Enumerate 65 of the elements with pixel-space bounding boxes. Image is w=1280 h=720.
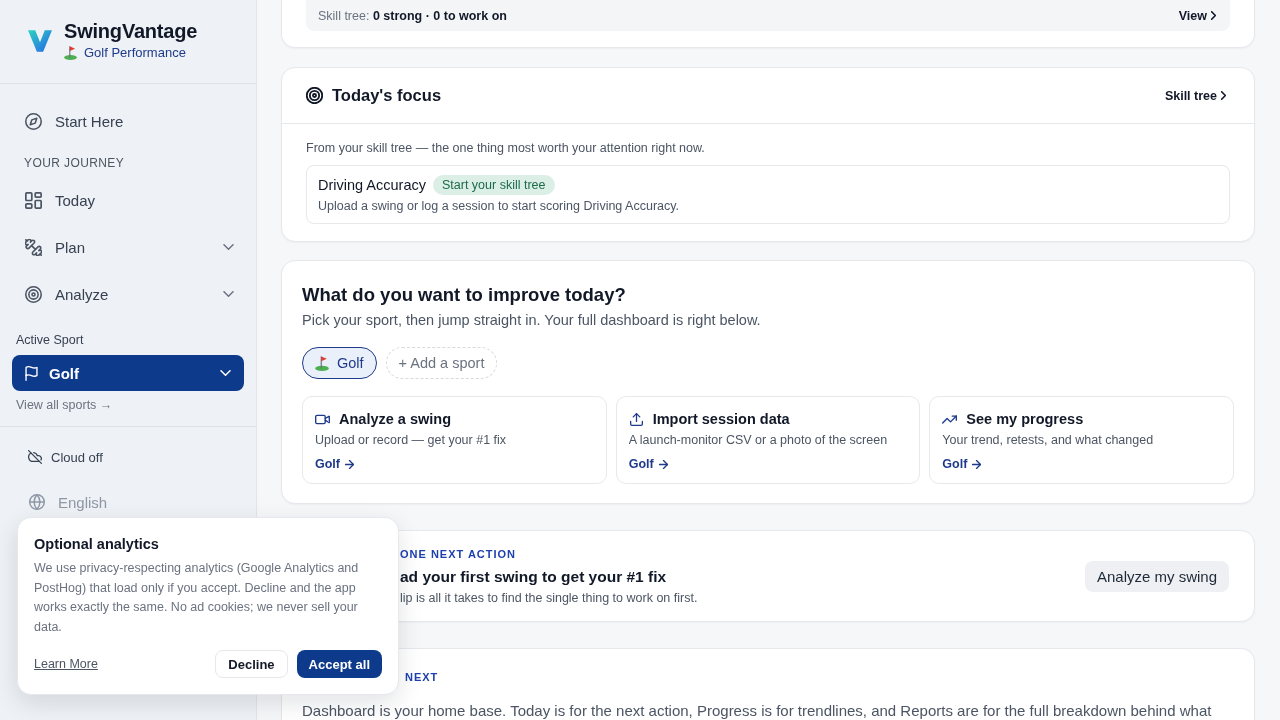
logo-icon <box>28 29 52 52</box>
action-card[interactable]: See my progress Your trend, retests, and what changed Golf <box>929 396 1234 484</box>
arrow-right-icon <box>345 459 354 469</box>
sport-link[interactable]: Golf <box>628 456 668 472</box>
sync-toggle[interactable]: Cloud off <box>16 445 240 469</box>
nav-item[interactable]: Start Here <box>12 100 244 142</box>
nav-item[interactable]: Today <box>12 179 244 221</box>
skill-tree-link[interactable]: Skill tree <box>1164 88 1226 103</box>
analyze-button[interactable]: Analyze my swing <box>1084 560 1229 592</box>
accept-button[interactable]: Accept all <box>296 650 382 678</box>
nav-item[interactable]: Analyze <box>12 273 244 315</box>
status-badge: Start your skill tree <box>433 175 555 195</box>
target-icon <box>25 285 42 303</box>
sport-selector[interactable]: Golf <box>12 355 244 391</box>
nav-item[interactable]: Plan <box>12 226 244 268</box>
upload-icon <box>628 412 644 426</box>
learn-more-link[interactable]: Learn More <box>34 657 98 671</box>
cloud-off-icon <box>28 450 42 464</box>
sport-link[interactable]: Golf <box>315 456 354 472</box>
video-camera-icon <box>315 412 330 426</box>
target-icon <box>306 87 323 104</box>
golf-flag-icon <box>315 355 329 371</box>
section-heading: YOUR JOURNEY <box>23 155 126 172</box>
section-label: Active Sport <box>15 332 85 349</box>
sport-link[interactable]: Golf <box>942 456 982 472</box>
action-text: A launch-monitor CSV or a photo of the screen <box>628 432 889 448</box>
focus-item-text: Upload a swing or log a session to start scoring Driving Accuracy. <box>318 198 681 214</box>
chevron-right-icon <box>1211 11 1216 20</box>
card-title: What do you want to improve today? <box>302 283 627 307</box>
arrow-right-icon <box>658 459 668 469</box>
action-card[interactable]: Analyze a swing Upload or record — get your #1 fix Golf <box>302 396 607 484</box>
action-text: Your trend, retests, and what changed <box>942 432 1155 448</box>
next-action-text: lip is all it takes to find the single thing to work on first. <box>400 589 698 606</box>
whats-next-text: Dashboard is your home base. Today is for the next action, Progress is for trendlines, and Reports are for the full breakdown behind what <box>302 701 1213 720</box>
decline-button[interactable]: Decline <box>215 650 288 678</box>
dialog-text: We use privacy-respecting analytics (Google Analytics and PostHog) that load only if you accept. Decline and the app works exactly the same. No ad cookies; we never sell your data. <box>34 560 360 636</box>
dialog-title: Optional analytics <box>34 535 160 553</box>
eyebrow-label: NEXT <box>405 670 440 684</box>
action-title: Import session data <box>652 411 790 427</box>
dashboard-icon <box>25 191 42 209</box>
add-sport-button[interactable]: + Add a sport <box>385 347 498 379</box>
brand-name: SwingVantage <box>64 19 198 43</box>
view-all-link[interactable]: View all sports → <box>12 391 244 413</box>
flag-icon <box>25 365 38 381</box>
card-title: Today's focus <box>332 86 442 105</box>
action-title: See my progress <box>966 411 1084 427</box>
card-subtitle: Pick your sport, then jump straight in. Your full dashboard is right below. <box>302 311 762 330</box>
next-action-title: ad your first swing to get your #1 fix <box>400 566 668 587</box>
globe-icon <box>29 494 45 510</box>
action-title: Analyze a swing <box>339 411 451 427</box>
sport-chip[interactable]: Golf <box>302 347 377 379</box>
trend-up-icon <box>942 412 958 426</box>
eyebrow-label: ONE NEXT ACTION <box>400 546 518 561</box>
action-card[interactable]: Import session data A launch-monitor CSV or a photo of the screen Golf <box>615 396 921 484</box>
dumbbell-icon <box>25 238 42 256</box>
brand-tagline: Golf Performance <box>84 44 186 62</box>
compass-icon <box>25 112 42 130</box>
view-link[interactable]: View <box>1178 8 1216 23</box>
golf-flag-icon <box>64 46 77 60</box>
action-text: Upload or record — get your #1 fix <box>315 432 508 448</box>
card-description: From your skill tree — the one thing most worth your attention right now. <box>306 140 706 156</box>
chevron-right-icon <box>1221 91 1226 100</box>
skill-summary: Skill tree: 0 strong · 0 to work on <box>318 8 507 23</box>
skill-name: Driving Accuracy <box>318 177 426 193</box>
arrow-right-icon <box>972 459 982 469</box>
